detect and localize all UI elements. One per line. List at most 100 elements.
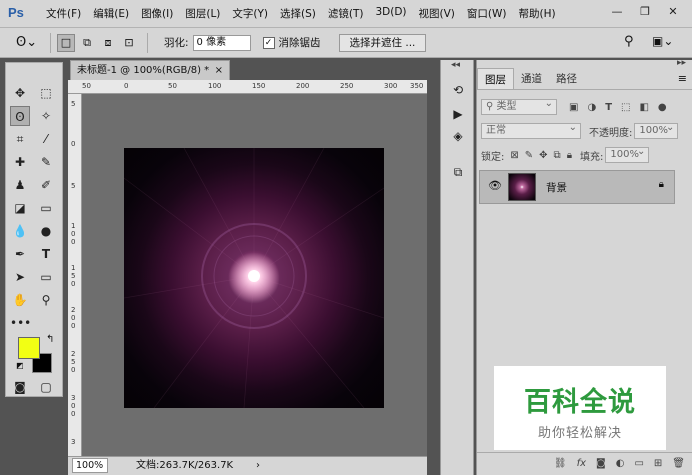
- menu-select[interactable]: 选择(S): [274, 6, 322, 21]
- history-brush-icon[interactable]: ✐: [36, 175, 56, 195]
- filter-smart-icon[interactable]: ◧: [639, 102, 648, 113]
- restore-button[interactable]: ❐: [636, 4, 654, 20]
- fill-input[interactable]: 100%: [605, 145, 650, 163]
- eraser-icon[interactable]: ◪: [10, 198, 30, 218]
- filter-toggle-icon[interactable]: ●: [658, 102, 667, 113]
- menu-file[interactable]: 文件(F): [40, 6, 87, 21]
- trash-icon[interactable]: 🗑︎: [672, 458, 685, 469]
- zoom-tool-icon[interactable]: ⚲: [36, 290, 56, 310]
- filter-pixel-icon[interactable]: ▣: [569, 102, 578, 113]
- add-selection-icon[interactable]: ⧉: [78, 34, 96, 52]
- workspace-icon[interactable]: ▣⌄: [652, 34, 673, 48]
- blur-tool-icon[interactable]: 💧: [10, 221, 30, 241]
- tab-paths[interactable]: 路径: [549, 68, 584, 89]
- move-tool-icon[interactable]: ✥: [10, 83, 30, 103]
- document-tab[interactable]: 未标题-1 @ 100%(RGB/8) * ×: [70, 60, 230, 80]
- layer-row[interactable]: 👁︎ 背景 🔒︎: [479, 170, 675, 204]
- eyedropper-icon[interactable]: ⁄: [36, 129, 56, 149]
- fx-icon[interactable]: fx: [577, 458, 586, 469]
- lock-all-icon[interactable]: 🔒︎: [567, 150, 572, 161]
- 3d-panel-icon[interactable]: ◈: [448, 126, 468, 146]
- quick-mask-icon[interactable]: ◙: [10, 377, 30, 397]
- ruler-tick: 50: [82, 82, 91, 90]
- default-colors-icon[interactable]: ◩: [16, 361, 24, 370]
- filter-adjustment-icon[interactable]: ◑: [587, 102, 596, 113]
- brush-tool-icon[interactable]: ✎: [36, 152, 56, 172]
- marquee-tool-icon[interactable]: ⬚: [36, 83, 56, 103]
- close-tab-icon[interactable]: ×: [215, 61, 223, 80]
- zoom-field[interactable]: 100%: [72, 458, 108, 473]
- more-tools-icon[interactable]: •••: [10, 313, 31, 333]
- type-tool-icon[interactable]: T: [36, 244, 56, 264]
- actions-play-icon[interactable]: ▶: [448, 104, 468, 124]
- tab-layers[interactable]: 图层: [477, 68, 514, 89]
- clone-stamp-icon[interactable]: ♟: [10, 175, 30, 195]
- lasso-tool-icon[interactable]: ʘ: [10, 106, 30, 126]
- adjustment-icon[interactable]: ◐: [616, 458, 625, 469]
- opacity-input[interactable]: 100%: [634, 121, 679, 139]
- close-button[interactable]: ✕: [664, 4, 682, 20]
- blend-mode-select[interactable]: 正常: [481, 121, 581, 139]
- menu-edit[interactable]: 编辑(E): [87, 6, 135, 21]
- search-icon[interactable]: ⚲: [624, 34, 634, 49]
- layer-thumbnail: [508, 173, 536, 201]
- gradient-tool-icon[interactable]: ▭: [36, 198, 56, 218]
- document-title: 未标题-1 @ 100%(RGB/8) *: [77, 65, 210, 76]
- options-bar: ʘ⌄ □ ⧉ ⧈ ⊡ 羽化: 0 像素 ✓ 消除锯齿 选择并遮住 ... ⚲ ▣…: [0, 28, 692, 58]
- tab-channels[interactable]: 通道: [514, 68, 549, 89]
- panel-menu-icon[interactable]: ≡: [678, 68, 692, 89]
- rectangle-tool-icon[interactable]: ▭: [36, 267, 56, 287]
- filter-kind-select[interactable]: ⚲ 类型: [481, 97, 557, 115]
- menu-type[interactable]: 文字(Y): [226, 6, 274, 21]
- intersect-selection-icon[interactable]: ⊡: [120, 34, 138, 52]
- subtract-selection-icon[interactable]: ⧈: [99, 34, 117, 52]
- feather-input[interactable]: 0 像素: [192, 34, 251, 51]
- hand-tool-icon[interactable]: ✋: [10, 290, 30, 310]
- filter-type-icon[interactable]: T: [605, 102, 612, 113]
- antialias-checkbox[interactable]: ✓: [262, 36, 275, 49]
- path-selection-icon[interactable]: ➤: [10, 267, 30, 287]
- collapse-panel-icon[interactable]: ▸▸: [677, 58, 686, 68]
- ruler-tick: 250: [340, 82, 354, 90]
- group-icon[interactable]: ▭: [634, 458, 643, 469]
- filter-shape-icon[interactable]: ⬚: [621, 102, 630, 113]
- status-menu-icon[interactable]: ›: [256, 457, 260, 474]
- new-layer-icon[interactable]: ⊞: [654, 458, 662, 469]
- foreground-color-swatch[interactable]: [18, 337, 40, 359]
- ruler-tick: 5: [71, 182, 76, 190]
- menu-image[interactable]: 图像(I): [135, 6, 179, 21]
- properties-panel-icon[interactable]: ⧉: [448, 162, 468, 182]
- mask-icon[interactable]: ◙: [596, 458, 606, 469]
- collapse-arrows-icon[interactable]: ◂◂: [451, 60, 460, 70]
- lock-artboard-icon[interactable]: ⧉: [554, 150, 561, 161]
- lock-label: 锁定:: [481, 151, 505, 163]
- lock-position-icon[interactable]: ✥: [539, 150, 547, 161]
- magic-wand-icon[interactable]: ✧: [36, 106, 56, 126]
- photoshop-window: Ps 文件(F) 编辑(E) 图像(I) 图层(L) 文字(Y) 选择(S) 滤…: [0, 0, 692, 475]
- pen-tool-icon[interactable]: ✒: [10, 244, 30, 264]
- crop-tool-icon[interactable]: ⌗: [10, 129, 30, 149]
- history-panel-icon[interactable]: ⟲: [448, 80, 468, 100]
- menu-3d[interactable]: 3D(D): [369, 6, 412, 21]
- menu-layer[interactable]: 图层(L): [179, 6, 226, 21]
- healing-brush-icon[interactable]: ✚: [10, 152, 30, 172]
- select-and-mask-button[interactable]: 选择并遮住 ...: [338, 33, 427, 52]
- dodge-tool-icon[interactable]: ●: [36, 221, 56, 241]
- panel-tabs: 图层 通道 路径 ≡: [477, 68, 692, 90]
- menu-window[interactable]: 窗口(W): [461, 6, 513, 21]
- ruler-tick: 350: [410, 82, 424, 90]
- visibility-eye-icon[interactable]: 👁︎: [488, 179, 502, 192]
- screen-mode-icon[interactable]: ▢: [36, 377, 56, 397]
- minimize-button[interactable]: —: [608, 4, 626, 20]
- swap-colors-icon[interactable]: ↰: [46, 334, 54, 345]
- menu-view[interactable]: 视图(V): [413, 6, 461, 21]
- ruler-tick: 150: [252, 82, 266, 90]
- menu-filter[interactable]: 滤镜(T): [322, 6, 370, 21]
- menu-help[interactable]: 帮助(H): [513, 6, 562, 21]
- new-selection-icon[interactable]: □: [57, 33, 75, 52]
- feather-label: 羽化:: [164, 37, 189, 49]
- link-icon[interactable]: ⛓: [554, 458, 567, 469]
- lock-pixels-icon[interactable]: ✎: [525, 150, 533, 161]
- lock-transparent-icon[interactable]: ⊠: [510, 150, 518, 161]
- lasso-preset-icon[interactable]: ʘ⌄: [16, 35, 44, 50]
